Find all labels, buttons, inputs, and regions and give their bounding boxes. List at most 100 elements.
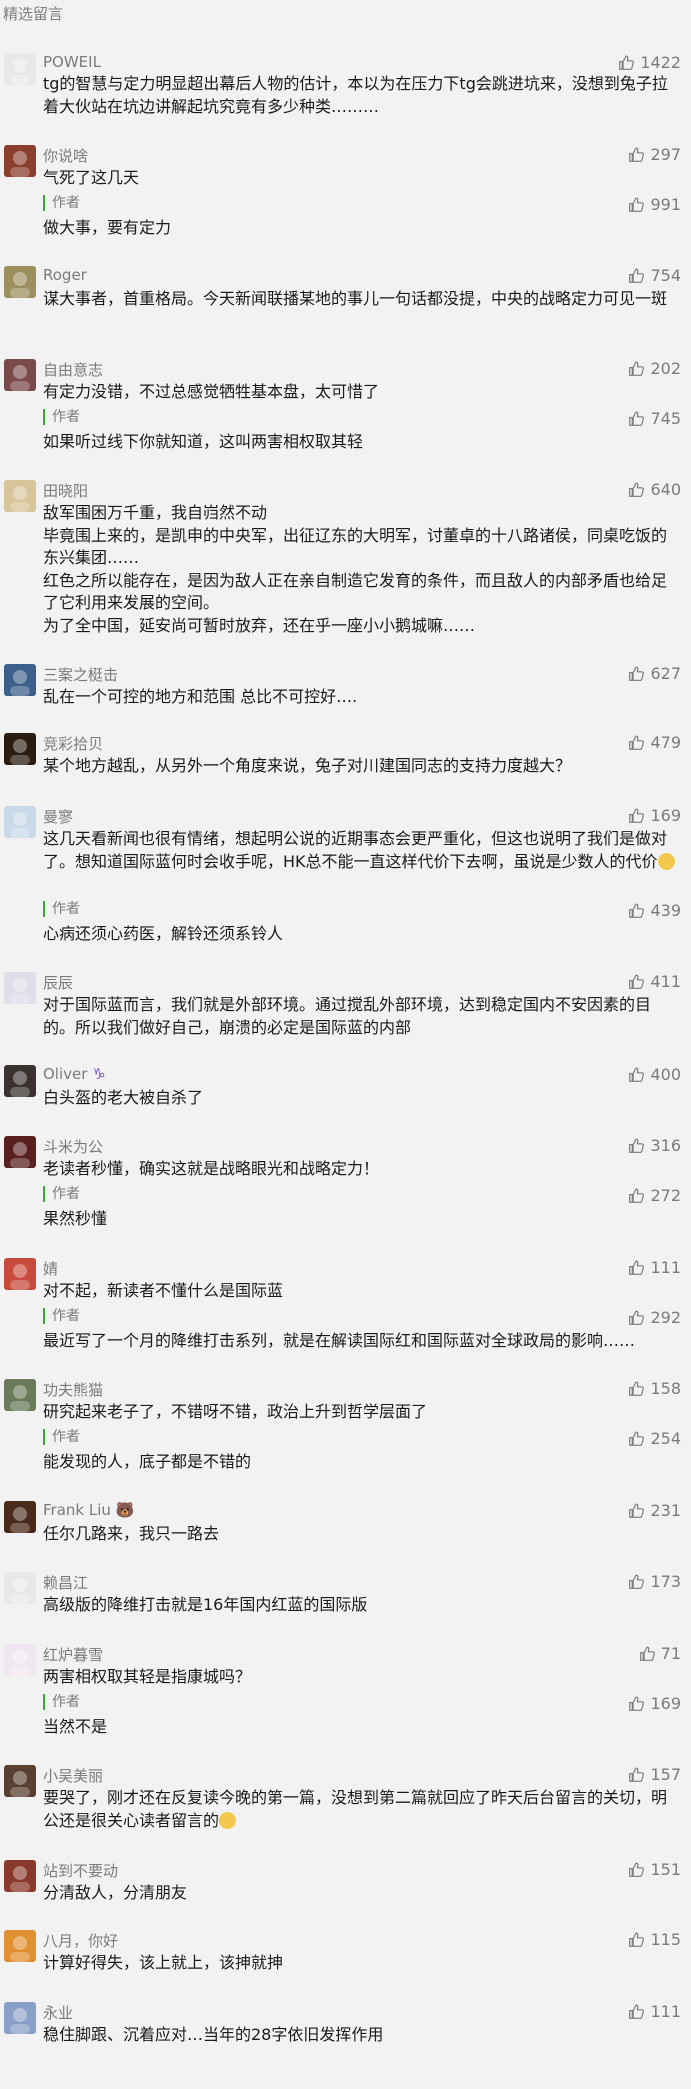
like-button[interactable]: 158 <box>628 1379 681 1398</box>
thumbs-up-icon <box>629 1310 645 1325</box>
like-count: 158 <box>650 1379 681 1398</box>
thumbs-up-icon <box>629 1381 645 1396</box>
commenter-name[interactable]: Roger <box>43 266 87 284</box>
commenter-name[interactable]: 红炉暮雪 <box>43 1644 103 1665</box>
like-button[interactable]: 71 <box>639 1644 681 1663</box>
reply-like-button[interactable]: 292 <box>628 1308 681 1327</box>
like-button[interactable]: 173 <box>628 1572 681 1591</box>
comment-text: 乱在一个可控的地方和范围 总比不可控好…. <box>43 687 358 706</box>
commenter-name-text: 曼寥 <box>43 808 74 826</box>
reply-like-button[interactable]: 254 <box>628 1429 681 1448</box>
name-badge-icon: 🐻 <box>110 1501 135 1519</box>
like-button[interactable]: 115 <box>628 1930 681 1949</box>
avatar[interactable] <box>4 266 36 298</box>
avatar[interactable] <box>4 1765 36 1797</box>
like-button[interactable]: 202 <box>628 359 681 378</box>
like-button[interactable]: 169 <box>628 806 681 825</box>
like-count: 169 <box>650 806 681 825</box>
comment-text: 白头盔的老大被自杀了 <box>43 1088 204 1107</box>
avatar[interactable] <box>4 2002 36 2034</box>
like-button[interactable]: 316 <box>628 1136 681 1155</box>
comment-text: 计算好得失，该上就上，该抻就抻 <box>43 1953 284 1972</box>
commenter-name[interactable]: 赖昌江 <box>43 1572 88 1593</box>
commenter-name[interactable]: 婧 <box>43 1258 58 1279</box>
avatar[interactable] <box>4 664 36 696</box>
commenter-name[interactable]: 你说啥 <box>43 145 88 166</box>
like-button[interactable]: 400 <box>628 1065 681 1084</box>
avatar[interactable] <box>4 972 36 1004</box>
commenter-name[interactable]: 曼寥 <box>43 806 73 827</box>
thumbs-up-icon <box>629 147 645 162</box>
like-count: 111 <box>650 2002 681 2021</box>
reply-like-button[interactable]: 439 <box>628 901 681 920</box>
avatar[interactable] <box>4 1860 36 1892</box>
like-count: 151 <box>650 1860 681 1879</box>
commenter-name[interactable]: 站到不要动 <box>43 1860 118 1881</box>
commenter-name[interactable]: 自由意志 <box>43 359 103 380</box>
commenter-name[interactable]: 斗米为公 <box>43 1136 103 1157</box>
author-reply-text: 能发现的人，底子都是不错的 <box>43 1452 252 1471</box>
avatar[interactable] <box>4 145 36 177</box>
avatar[interactable] <box>4 806 36 838</box>
commenter-name[interactable]: Frank Liu 🐻 <box>43 1501 134 1519</box>
like-button[interactable]: 297 <box>628 145 681 164</box>
like-button[interactable]: 157 <box>628 1765 681 1784</box>
avatar[interactable] <box>4 1065 36 1097</box>
like-button[interactable]: 479 <box>628 733 681 752</box>
avatar[interactable] <box>4 1136 36 1168</box>
commenter-name-text: 赖昌江 <box>43 1574 89 1592</box>
commenter-name-text: 红炉暮雪 <box>43 1646 104 1664</box>
commenter-name[interactable]: POWEIL <box>43 53 101 71</box>
avatar[interactable] <box>4 359 36 391</box>
thumbs-up-icon <box>629 1188 645 1203</box>
like-count: 173 <box>650 1572 681 1591</box>
like-button[interactable]: 411 <box>628 972 681 991</box>
avatar[interactable] <box>4 1501 36 1533</box>
reply-like-button[interactable]: 991 <box>628 195 681 214</box>
avatar[interactable] <box>4 1379 36 1411</box>
avatar[interactable] <box>4 53 36 85</box>
author-reply-text: 当然不是 <box>43 1717 108 1736</box>
thumbs-up-icon <box>629 974 645 989</box>
commenter-name[interactable]: 竞彩拾贝 <box>43 733 103 754</box>
like-button[interactable]: 231 <box>628 1501 681 1520</box>
reply-like-count: 991 <box>650 195 681 214</box>
thumbs-up-icon <box>629 1067 645 1082</box>
thumbs-up-icon <box>629 1260 645 1275</box>
thumbs-up-icon <box>629 1767 645 1782</box>
reply-like-button[interactable]: 272 <box>628 1186 681 1205</box>
commenter-name[interactable]: 辰辰 <box>43 972 73 993</box>
thumbs-up-icon <box>629 2004 645 2019</box>
avatar[interactable] <box>4 1258 36 1290</box>
reply-like-button[interactable]: 745 <box>628 409 681 428</box>
avatar[interactable] <box>4 733 36 765</box>
like-button[interactable]: 111 <box>628 2002 681 2021</box>
like-button[interactable]: 1422 <box>618 53 681 72</box>
commenter-name[interactable]: Oliver ♑ <box>43 1065 106 1083</box>
commenter-name[interactable]: 三案之梃击 <box>43 664 118 685</box>
avatar[interactable] <box>4 1572 36 1604</box>
like-count: 297 <box>650 145 681 164</box>
author-reply-label: 作者 <box>43 901 80 917</box>
comment-text: 某个地方越乱，从另外一个角度来说，兔子对川建国同志的支持力度越大？ <box>43 756 572 775</box>
comment-text: 两害相权取其轻是指康城吗？ <box>43 1667 252 1686</box>
thumbs-up-icon <box>629 735 645 750</box>
commenter-name[interactable]: 永业 <box>43 2002 73 2023</box>
commenter-name[interactable]: 功夫熊猫 <box>43 1379 103 1400</box>
commenter-name[interactable]: 小吴美丽 <box>43 1765 103 1786</box>
avatar[interactable] <box>4 1930 36 1962</box>
like-button[interactable]: 754 <box>628 266 681 285</box>
like-count: 316 <box>650 1136 681 1155</box>
commenter-name[interactable]: 田晓阳 <box>43 480 88 501</box>
comment-text: 对于国际蓝而言，我们就是外部环境。通过搅乱外部环境，达到稳定国内不安因素的目的。… <box>43 995 652 1037</box>
reply-like-button[interactable]: 169 <box>628 1694 681 1713</box>
like-button[interactable]: 640 <box>628 480 681 499</box>
commenter-name-text: Frank Liu <box>43 1501 111 1519</box>
like-button[interactable]: 111 <box>628 1258 681 1277</box>
commenter-name[interactable]: 八月，你好 <box>43 1930 118 1951</box>
commenter-name-text: 竞彩拾贝 <box>43 735 104 753</box>
avatar[interactable] <box>4 1644 36 1676</box>
avatar[interactable] <box>4 480 36 512</box>
like-button[interactable]: 627 <box>628 664 681 683</box>
like-button[interactable]: 151 <box>628 1860 681 1879</box>
